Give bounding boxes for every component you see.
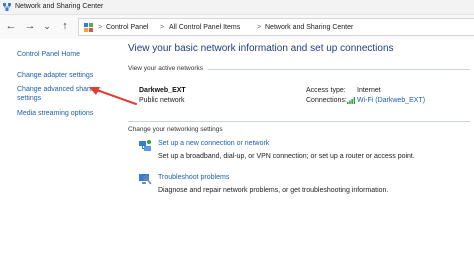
breadcrumb-network-center[interactable]: Network and Sharing Center (265, 22, 353, 33)
divider (208, 69, 470, 70)
sidebar-item-change-advanced-sharing[interactable]: Change advanced sharing settings (17, 85, 99, 103)
sidebar-item-control-panel-home[interactable]: Control Panel Home (17, 50, 117, 59)
connections-label: Connections: (306, 97, 347, 104)
network-category[interactable]: Public network (139, 96, 185, 105)
setup-connection-description: Set up a broadband, dial-up, or VPN conn… (158, 153, 415, 160)
breadcrumb-separator: > (98, 24, 103, 31)
recent-locations-chevron-icon[interactable]: ⌄ (40, 19, 54, 33)
navigation-bar: ← → ⌄ ↑ > Control Panel > All Control Pa… (0, 15, 474, 39)
setup-connection-link[interactable]: Set up a new connection or network (158, 139, 269, 148)
breadcrumb-all-items[interactable]: All Control Panel Items (169, 22, 240, 33)
active-networks-label: View your active networks (128, 65, 204, 72)
forward-arrow-icon[interactable]: → (23, 19, 37, 33)
troubleshoot-problems-link[interactable]: Troubleshoot problems (158, 173, 229, 182)
breadcrumb-separator: > (160, 24, 165, 31)
page-title: View your basic network information and … (128, 43, 394, 54)
sidebar-item-change-adapter-settings[interactable]: Change adapter settings (17, 71, 117, 80)
sidebar: Control Panel Home Change adapter settin… (0, 39, 118, 266)
up-arrow-icon[interactable]: ↑ (58, 19, 72, 33)
access-type-value: Internet (357, 87, 381, 94)
window-title: Network and Sharing Center (15, 3, 104, 10)
address-bar[interactable]: > Control Panel > All Control Panel Item… (78, 18, 474, 36)
control-panel-icon (84, 23, 93, 32)
troubleshoot-icon (139, 174, 152, 185)
title-bar: Network and Sharing Center (0, 0, 474, 15)
network-name: Darkweb_EXT (139, 87, 186, 94)
wifi-connection-link[interactable]: Wi-Fi (Darkweb_EXT) (357, 96, 425, 105)
divider (128, 121, 470, 122)
main-content: View your basic network information and … (118, 39, 474, 266)
network-center-icon (3, 3, 11, 11)
access-type-label: Access type: (306, 87, 346, 94)
sidebar-item-media-streaming[interactable]: Media streaming options (17, 109, 117, 118)
new-connection-icon (139, 140, 151, 151)
troubleshoot-description: Diagnose and repair network problems, or… (158, 187, 389, 194)
wifi-signal-icon (347, 97, 355, 104)
breadcrumb-control-panel[interactable]: Control Panel (106, 22, 148, 33)
breadcrumb-separator: > (257, 24, 262, 31)
back-arrow-icon[interactable]: ← (4, 19, 18, 33)
change-settings-label: Change your networking settings (128, 126, 223, 133)
